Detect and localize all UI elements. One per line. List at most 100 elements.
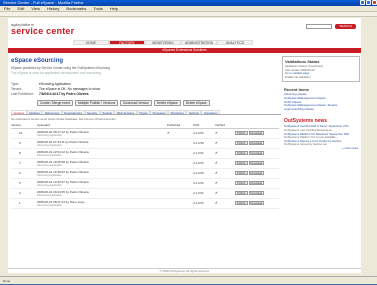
tab-operations[interactable]: Operations bbox=[201, 110, 220, 115]
row-published: ✔ bbox=[167, 128, 193, 139]
row-sub: eSourcing Application bbox=[37, 203, 62, 207]
recent-item[interactable]: LogmonitorPlug eSpace bbox=[284, 107, 358, 112]
tab-dependencies[interactable]: Dependencies bbox=[61, 110, 85, 115]
sidebar: Validations Status Validations Status (C… bbox=[282, 56, 360, 156]
search-input[interactable] bbox=[306, 24, 333, 29]
page: agileplatform service center SEARCH HOME… bbox=[8, 18, 361, 273]
news-box: OutSystems news OutSystems Certified Hal… bbox=[282, 116, 360, 152]
tab-security[interactable]: Security bbox=[84, 110, 100, 115]
row-actions: Publish Download bbox=[235, 128, 279, 139]
tab-processes[interactable]: Processes bbox=[150, 110, 169, 115]
nav-factory[interactable]: FACTORY bbox=[109, 40, 145, 45]
row-verified: ✔ bbox=[215, 138, 235, 149]
row-version: 7 bbox=[11, 158, 37, 169]
meta-value: 7/8/04/4:44:17 by Pedro Oliveira bbox=[39, 92, 89, 96]
publish-button[interactable]: Publish bbox=[235, 151, 248, 155]
row-version: 4 bbox=[11, 188, 37, 199]
sub-nav[interactable]: eSpaces Extensions Solutions bbox=[8, 48, 361, 53]
more-news-link[interactable]: » more news bbox=[284, 146, 358, 151]
row-actions: Publish Download bbox=[235, 188, 279, 199]
delete-espace-button[interactable]: Delete eSpace bbox=[153, 100, 181, 106]
row-uploaded: 2008-06-01 08:27:44 by Nuno Lope eSourcin… bbox=[37, 198, 167, 209]
tab-timers[interactable]: Timers bbox=[136, 110, 151, 115]
publish-button[interactable]: Publish bbox=[235, 131, 248, 135]
main-nav: HOME FACTORY MONITORING ADMINISTRATION A… bbox=[73, 40, 253, 45]
header: agileplatform service center SEARCH HOME… bbox=[8, 18, 361, 48]
tab-versions[interactable]: Versions bbox=[11, 110, 27, 115]
row-verified: ✔ bbox=[215, 198, 235, 209]
row-date: 2008-06-01 13:32:37 by Pedro Oliveira bbox=[37, 179, 89, 184]
nav-home[interactable]: HOME bbox=[73, 40, 109, 45]
publish-button[interactable]: Publish bbox=[235, 161, 248, 165]
row-date: 2008-06-01 08:27:44 by Nuno Lope bbox=[37, 199, 85, 204]
nav-administration[interactable]: ADMINISTRATION bbox=[181, 40, 217, 45]
row-uploaded: 2008-06-01 19:28:38 by Pedro Oliveira eSo… bbox=[37, 158, 167, 169]
page-title: eSpace eSourcing bbox=[11, 58, 64, 64]
download-button[interactable]: Download bbox=[248, 171, 265, 175]
menu-file[interactable]: File bbox=[4, 6, 10, 11]
menu-edit[interactable]: Edit bbox=[17, 6, 24, 11]
row-oss: 4.1.0.51 bbox=[193, 188, 215, 199]
tab-monitoring[interactable]: Monitoring bbox=[168, 110, 187, 115]
row-date: 2008-06-02 07:34:11 by Pedro Oliveira bbox=[37, 139, 89, 144]
page-description: eSpace published by Service Center using… bbox=[11, 66, 110, 70]
logo-main[interactable]: service center bbox=[11, 26, 74, 36]
page-description-2: The eSpace is used for application devel… bbox=[11, 71, 102, 75]
row-actions: Publish Download bbox=[235, 158, 279, 169]
close-button[interactable] bbox=[372, 0, 377, 5]
menu-history[interactable]: History bbox=[47, 6, 59, 11]
delete-espace-button-2[interactable]: Delete eSpace bbox=[182, 100, 210, 106]
row-actions: Publish Download bbox=[235, 168, 279, 179]
tab-modules[interactable]: Modules bbox=[26, 110, 43, 115]
menu-bookmarks[interactable]: Bookmarks bbox=[66, 6, 86, 11]
create-button[interactable]: Create / Merge event bbox=[37, 100, 73, 106]
maximize-button[interactable] bbox=[366, 0, 371, 5]
search-button[interactable]: SEARCH bbox=[335, 24, 356, 29]
row-version: 1 bbox=[11, 198, 37, 209]
tab-settings[interactable]: Settings bbox=[186, 110, 202, 115]
row-uploaded: 2008-06-01 09:44:35 by Pedro Oliveira eSo… bbox=[37, 188, 167, 199]
publish-button[interactable]: Publish bbox=[235, 201, 248, 205]
table-row: 8 2008-06-01 22:54:42 by Pedro Oliveira eS… bbox=[11, 148, 279, 159]
download-button[interactable]: Download bbox=[248, 201, 265, 205]
table-row: 5 2008-06-01 13:32:37 by Pedro Oliveira eS… bbox=[11, 178, 279, 189]
publish-button[interactable]: Publish bbox=[235, 171, 248, 175]
download-button[interactable]: Download bbox=[248, 161, 265, 165]
row-actions: Publish Download bbox=[235, 178, 279, 189]
publish-button[interactable]: Publish bbox=[235, 141, 248, 145]
tab-web-services[interactable]: Web Services bbox=[114, 110, 137, 115]
download-version-button[interactable]: Download Version bbox=[120, 100, 152, 106]
nav-analytics[interactable]: ANALYTICS bbox=[217, 40, 253, 45]
publish-button[interactable]: Publish bbox=[235, 191, 248, 195]
minimize-button[interactable] bbox=[360, 0, 365, 5]
nav-monitoring[interactable]: MONITORING bbox=[145, 40, 181, 45]
menu-tools[interactable]: Tools bbox=[93, 6, 102, 11]
row-oss: 4.1.0.51 bbox=[193, 158, 215, 169]
tab-references[interactable]: References bbox=[42, 110, 62, 115]
download-button[interactable]: Download bbox=[248, 131, 265, 135]
download-button[interactable]: Download bbox=[248, 141, 265, 145]
row-verified: ✔ bbox=[215, 178, 235, 189]
menu-help[interactable]: Help bbox=[110, 6, 118, 11]
tab-tenants[interactable]: Tenants bbox=[99, 110, 115, 115]
validation-line: Enable file validation bbox=[285, 74, 311, 79]
menu-view[interactable]: View bbox=[31, 6, 40, 11]
table-row: 1 2008-06-01 08:27:44 by Nuno Lope eSourci… bbox=[11, 198, 279, 209]
multiple-publish-button[interactable]: Multiple Publish / Versions bbox=[74, 100, 119, 106]
row-published bbox=[167, 198, 193, 209]
download-button[interactable]: Download bbox=[248, 181, 265, 185]
download-button[interactable]: Download bbox=[248, 151, 265, 155]
table-row: 10 2008-06-02 08:17:12 by Pedro Oliveira e… bbox=[11, 128, 279, 139]
row-verified: ✔ bbox=[215, 148, 235, 159]
row-published bbox=[167, 188, 193, 199]
tab-bar: Versions Modules References Dependencies… bbox=[11, 110, 281, 115]
action-buttons: Create / Merge event Multiple Publish / … bbox=[37, 100, 281, 106]
row-sub: eSourcing Application bbox=[37, 193, 62, 197]
publish-button[interactable]: Publish bbox=[235, 181, 248, 185]
row-verified: ✔ bbox=[215, 168, 235, 179]
row-date: 2008-06-01 19:28:38 by Pedro Oliveira bbox=[37, 159, 89, 164]
status-bar: Done bbox=[0, 276, 377, 284]
row-oss: 4.1.0.51 bbox=[193, 178, 215, 189]
row-verified: ✔ bbox=[215, 188, 235, 199]
download-button[interactable]: Download bbox=[248, 191, 265, 195]
